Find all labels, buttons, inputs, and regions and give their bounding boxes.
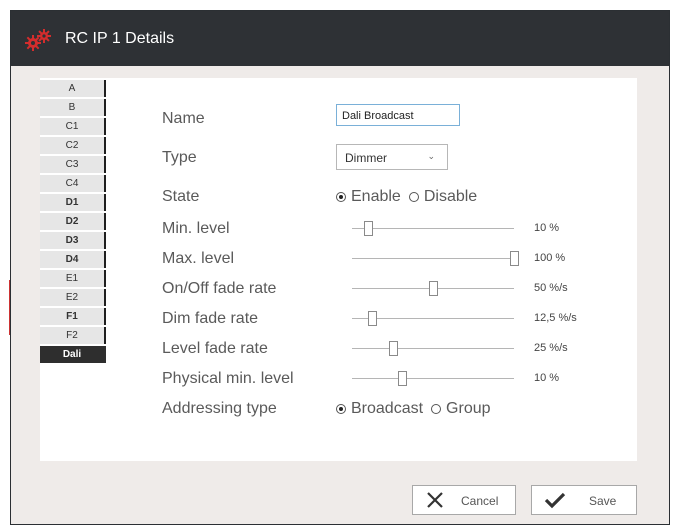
tab-c1[interactable]: C1 xyxy=(40,118,106,135)
tab-f2[interactable]: F2 xyxy=(40,327,106,344)
slider-track xyxy=(352,228,514,229)
tab-d4[interactable]: D4 xyxy=(40,251,106,268)
tab-b[interactable]: B xyxy=(40,99,106,116)
on-off-fade-rate-label: On/Off fade rate xyxy=(162,280,277,297)
radio-unselected-icon xyxy=(431,404,442,414)
addressing-group-radio[interactable]: Group xyxy=(431,400,491,418)
dim-fade-rate-label: Dim fade rate xyxy=(162,310,259,327)
slider-thumb[interactable] xyxy=(510,251,519,266)
tab-c4[interactable]: C4 xyxy=(40,175,106,192)
physical-min-level-slider[interactable] xyxy=(352,370,514,388)
physical-min-level-value: 10 % xyxy=(534,372,560,384)
name-field[interactable]: Dali Broadcast xyxy=(336,104,460,126)
tab-list: A B C1 C2 C3 C4 D1 D2 D3 D4 E1 E2 F1 F2 Dali xyxy=(40,80,106,365)
tab-f1[interactable]: F1 xyxy=(40,308,106,325)
name-label: Name xyxy=(162,110,205,127)
chevron-down-icon: ⌄ xyxy=(427,151,435,161)
tab-d1[interactable]: D1 xyxy=(40,194,106,211)
checkmark-icon xyxy=(544,492,566,509)
save-button[interactable]: Save xyxy=(531,485,637,515)
max-level-slider[interactable] xyxy=(352,250,519,268)
level-fade-rate-label: Level fade rate xyxy=(162,340,268,357)
slider-track xyxy=(352,378,514,379)
cancel-button[interactable]: Cancel xyxy=(412,485,516,515)
tab-d3[interactable]: D3 xyxy=(40,232,106,249)
slider-thumb[interactable] xyxy=(429,281,438,296)
tab-e2[interactable]: E2 xyxy=(40,289,106,306)
addressing-broadcast-radio[interactable]: Broadcast xyxy=(336,400,423,418)
state-enable-radio[interactable]: Enable xyxy=(336,188,401,206)
tab-a[interactable]: A xyxy=(40,80,106,97)
level-fade-rate-slider[interactable] xyxy=(352,340,514,358)
radio-unselected-icon xyxy=(408,192,419,202)
on-off-fade-rate-value: 50 %/s xyxy=(534,282,568,294)
tab-d2[interactable]: D2 xyxy=(40,213,106,230)
slider-thumb[interactable] xyxy=(388,341,398,356)
state-label: State xyxy=(162,188,200,205)
cancel-label: Cancel xyxy=(461,494,499,508)
save-label: Save xyxy=(589,494,617,508)
tab-dali[interactable]: Dali xyxy=(40,346,106,363)
state-enable-label: Enable xyxy=(351,188,401,205)
tab-c2[interactable]: C2 xyxy=(40,137,106,154)
radio-selected-icon xyxy=(336,404,346,414)
slider-thumb[interactable] xyxy=(398,371,408,386)
physical-min-level-label: Physical min. level xyxy=(162,370,294,387)
addressing-radio-group: Broadcast Group xyxy=(336,400,499,418)
type-select[interactable]: Dimmer ⌄ xyxy=(336,144,448,170)
window-title: RC IP 1 Details xyxy=(65,30,175,47)
slider-thumb[interactable] xyxy=(364,221,374,236)
state-disable-label: Disable xyxy=(423,188,478,205)
slider-thumb[interactable] xyxy=(368,311,378,326)
title-bar: RC IP 1 Details xyxy=(11,11,669,66)
min-level-slider[interactable] xyxy=(352,220,514,238)
dim-fade-rate-slider[interactable] xyxy=(352,310,514,328)
addressing-group-label: Group xyxy=(446,400,491,417)
radio-selected-icon xyxy=(336,192,346,202)
type-label: Type xyxy=(162,149,197,166)
on-off-fade-rate-slider[interactable] xyxy=(352,280,514,298)
dim-fade-rate-value: 12,5 %/s xyxy=(534,312,577,324)
state-radio-group: Enable Disable xyxy=(336,188,485,206)
min-level-label: Min. level xyxy=(162,220,230,237)
tab-c3[interactable]: C3 xyxy=(40,156,106,173)
slider-track xyxy=(352,348,514,349)
slider-track xyxy=(352,258,514,259)
type-value: Dimmer xyxy=(345,151,387,165)
addressing-broadcast-label: Broadcast xyxy=(351,400,424,417)
max-level-value: 100 % xyxy=(534,252,566,264)
state-disable-radio[interactable]: Disable xyxy=(408,188,478,206)
level-fade-rate-value: 25 %/s xyxy=(534,342,568,354)
gears-icon xyxy=(25,29,51,51)
min-level-value: 10 % xyxy=(534,222,560,234)
tab-e1[interactable]: E1 xyxy=(40,270,106,287)
max-level-label: Max. level xyxy=(162,250,235,267)
close-icon xyxy=(427,492,443,508)
addressing-type-label: Addressing type xyxy=(162,400,277,417)
